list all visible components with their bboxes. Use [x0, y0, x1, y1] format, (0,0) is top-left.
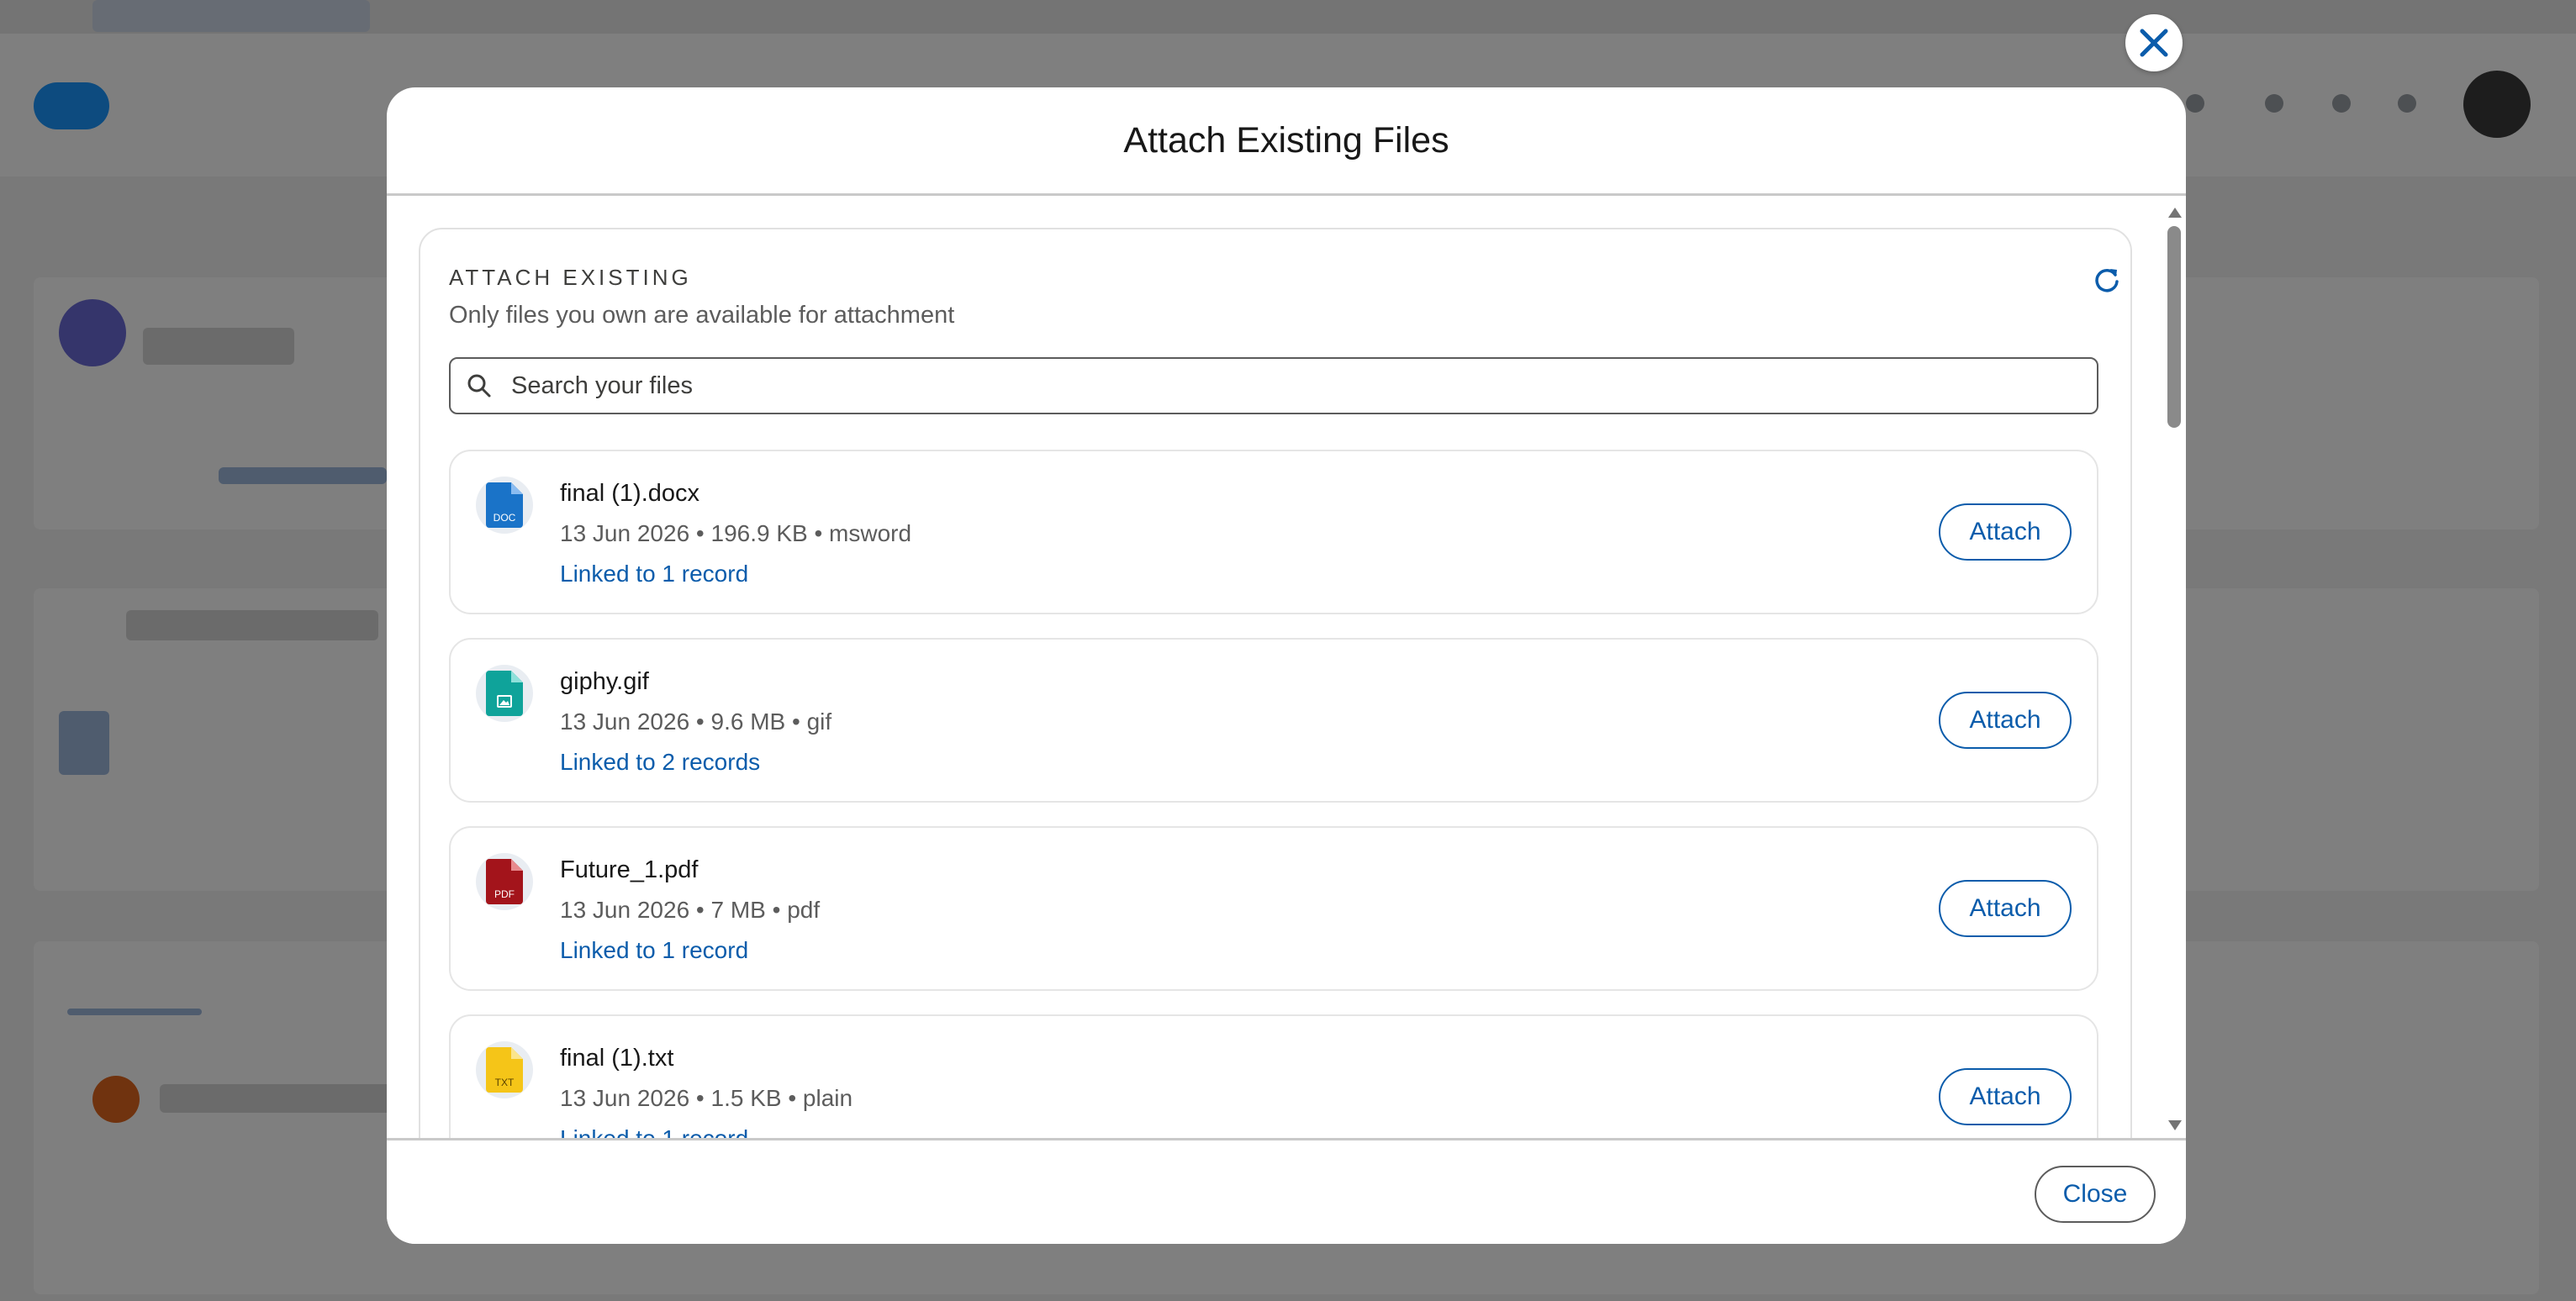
attach-files-modal: Attach Existing Files ATTACH EXISTING On… [387, 87, 2186, 1244]
attach-button[interactable]: Attach [1939, 1068, 2072, 1125]
image-file-icon [476, 665, 533, 722]
modal-footer: Close [387, 1138, 2186, 1244]
close-icon [2140, 29, 2168, 57]
attach-button[interactable]: Attach [1939, 880, 2072, 937]
linked-records-link[interactable]: Linked to 2 records [560, 749, 760, 776]
file-meta: 13 Jun 2026 • 196.9 KB • msword [560, 520, 912, 546]
file-meta: 13 Jun 2026 • 7 MB • pdf [560, 897, 821, 923]
scroll-up-arrow[interactable] [2168, 208, 2182, 218]
linked-records-link[interactable]: Linked to 1 record [560, 937, 748, 964]
svg-text:PDF: PDF [494, 888, 515, 900]
scrollbar-thumb[interactable] [2167, 226, 2181, 428]
svg-text:DOC: DOC [494, 512, 516, 524]
search-input[interactable] [509, 371, 2097, 401]
scroll-down-arrow[interactable] [2168, 1120, 2182, 1130]
attach-button[interactable]: Attach [1939, 692, 2072, 749]
search-field[interactable] [449, 357, 2098, 414]
file-row: giphy.gif 13 Jun 2026 • 9.6 MB • gif Lin… [449, 638, 2098, 803]
modal-scrollbar[interactable] [2162, 196, 2186, 1142]
section-subtitle: Only files you own are available for att… [449, 302, 955, 329]
svg-text:TXT: TXT [495, 1077, 515, 1088]
pdf-file-icon: PDF [476, 853, 533, 910]
file-meta: 13 Jun 2026 • 1.5 KB • plain [560, 1085, 853, 1111]
file-list: DOC final (1).docx 13 Jun 2026 • 196.9 K… [449, 450, 2098, 1142]
file-row: PDF Future_1.pdf 13 Jun 2026 • 7 MB • pd… [449, 826, 2098, 991]
txt-file-icon: TXT [476, 1041, 533, 1098]
file-row: TXT final (1).txt 13 Jun 2026 • 1.5 KB •… [449, 1014, 2098, 1142]
file-name: final (1).docx [560, 480, 700, 507]
doc-file-icon: DOC [476, 477, 533, 534]
refresh-button[interactable] [2092, 265, 2122, 295]
file-name: giphy.gif [560, 668, 649, 695]
linked-records-link[interactable]: Linked to 1 record [560, 561, 748, 587]
attach-button[interactable]: Attach [1939, 503, 2072, 561]
modal-body: ATTACH EXISTING Only files you own are a… [387, 196, 2186, 1142]
file-meta: 13 Jun 2026 • 9.6 MB • gif [560, 708, 832, 735]
refresh-icon [2095, 268, 2119, 292]
modal-title: Attach Existing Files [1123, 119, 1449, 161]
attach-existing-card: ATTACH EXISTING Only files you own are a… [419, 228, 2132, 1142]
search-icon [467, 374, 491, 398]
modal-header: Attach Existing Files [387, 87, 2186, 196]
close-icon-button[interactable] [2125, 14, 2183, 71]
file-name: Future_1.pdf [560, 856, 699, 883]
close-button[interactable]: Close [2035, 1166, 2156, 1223]
file-name: final (1).txt [560, 1045, 674, 1072]
section-title: ATTACH EXISTING [449, 265, 692, 290]
file-row: DOC final (1).docx 13 Jun 2026 • 196.9 K… [449, 450, 2098, 614]
